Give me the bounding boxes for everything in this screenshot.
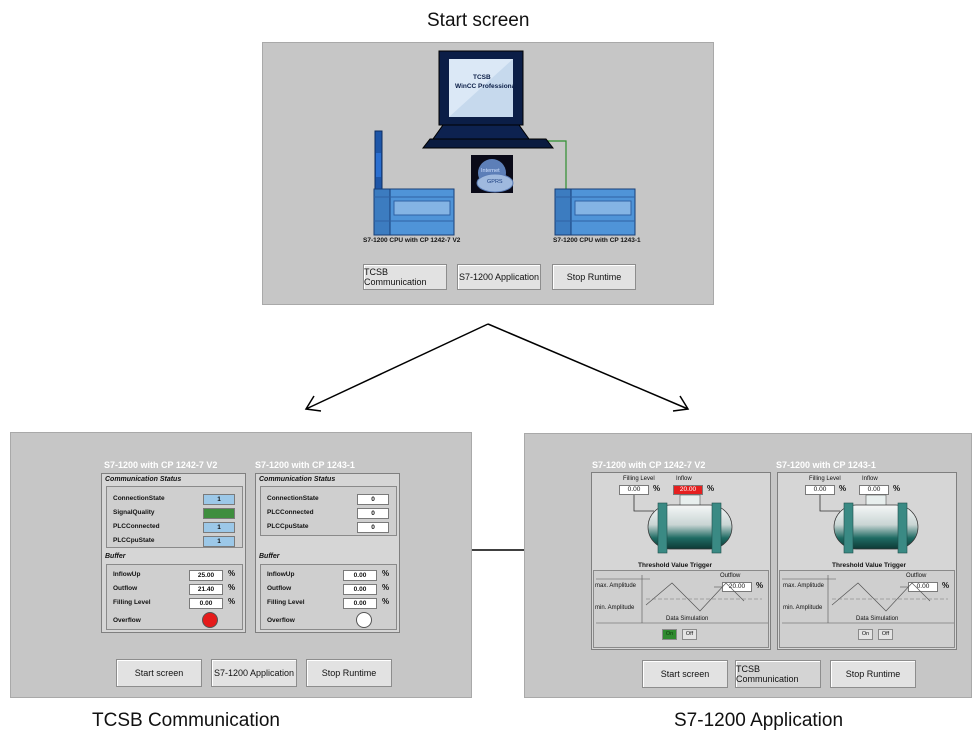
buffer-value: 0.00 [343, 598, 377, 609]
simulation-off-button[interactable]: Off [682, 629, 697, 640]
tcsb-communication-button[interactable]: TCSB Communication [363, 264, 447, 290]
start-screen-button[interactable]: Start screen [642, 660, 728, 688]
simulation-on-button[interactable]: On [858, 629, 873, 640]
app-right-header: S7-1200 with CP 1243-1 [776, 460, 876, 470]
buffer-label: Filling Level [267, 599, 305, 606]
tcsb-left-header: S7-1200 with CP 1242-7 V2 [104, 460, 218, 470]
buffer-unit: % [228, 583, 236, 592]
comm-status-title-left: Communication Status [105, 476, 182, 483]
simulation-box-right: Outflow 0.00 % max. Amplitude min. Ampli… [779, 570, 955, 648]
comm-value: 0 [357, 508, 389, 519]
buffer-unit: % [382, 569, 390, 578]
comm-value: 1 [203, 522, 235, 533]
monitor-line-2: WinCC Professional [455, 83, 518, 90]
buffer-value: 25.00 [189, 570, 223, 581]
comm-label: PLCCpuState [267, 523, 309, 530]
overflow-label: Overflow [267, 617, 295, 624]
simulation-off-button[interactable]: Off [878, 629, 893, 640]
app-left-header: S7-1200 with CP 1242-7 V2 [592, 460, 706, 470]
data-simulation-label: Data Simulation [856, 616, 899, 622]
monitor-line-1: TCSB [473, 74, 491, 81]
stop-runtime-button[interactable]: Stop Runtime [552, 264, 636, 290]
comm-status-box-right: ConnectionState 0 PLCConnected 0 PLCCpuS… [260, 486, 397, 536]
buffer-label: InflowUp [267, 571, 295, 578]
overflow-indicator [202, 612, 218, 628]
tcsb-right-box: Communication Status ConnectionState 0 P… [255, 473, 400, 633]
plc-right-label: S7-1200 CPU with CP 1243-1 [553, 237, 641, 244]
s7-application-button[interactable]: S7-1200 Application [457, 264, 541, 290]
threshold-label: Threshold Value Trigger [832, 562, 907, 569]
simulation-on-button[interactable]: On [662, 629, 677, 640]
tank-icon [819, 494, 919, 554]
app-left-box: Filling Level 0.00 % Inflow 20.00 % Thre… [591, 472, 771, 650]
comm-value: 0 [357, 522, 389, 533]
s7-application-panel: S7-1200 with CP 1242-7 V2 S7-1200 with C… [524, 433, 972, 698]
comm-value: 0 [357, 494, 389, 505]
stop-runtime-button[interactable]: Stop Runtime [830, 660, 916, 688]
comm-status-title-right: Communication Status [259, 476, 336, 483]
buffer-value: 21.40 [189, 584, 223, 595]
buffer-unit: % [382, 597, 390, 606]
buffer-box-right: InflowUp 0.00 % Outflow 0.00 % Filling L… [260, 564, 397, 630]
simulation-box-left: Outflow 20.00 % max. Amplitude min. Ampl… [593, 570, 769, 648]
buffer-title-right: Buffer [259, 553, 280, 560]
plc-left-label: S7-1200 CPU with CP 1242-7 V2 [363, 237, 461, 244]
buffer-label: Filling Level [113, 599, 151, 606]
tcsb-communication-panel: S7-1200 with CP 1242-7 V2 S7-1200 with C… [10, 432, 472, 698]
tcsb-communication-button[interactable]: TCSB Communication [735, 660, 821, 688]
stop-runtime-button[interactable]: Stop Runtime [306, 659, 392, 687]
comm-label: PLCCpuState [113, 537, 155, 544]
comm-value: 20 [203, 508, 235, 519]
cloud-label-internet: Internet [481, 168, 500, 174]
buffer-unit: % [228, 597, 236, 606]
app-right-box: Filling Level 0.00 % Inflow 0.00 % Thres… [777, 472, 957, 650]
buffer-label: Outflow [267, 585, 292, 592]
buffer-label: Outflow [113, 585, 138, 592]
start-screen-panel: TCSB WinCC Professional Internet GPRS S7… [262, 42, 714, 305]
buffer-value: 0.00 [343, 570, 377, 581]
buffer-value: 0.00 [343, 584, 377, 595]
buffer-value: 0.00 [189, 598, 223, 609]
comm-status-box-left: ConnectionState 1 SignalQuality 20 PLCCo… [106, 486, 243, 548]
threshold-label: Threshold Value Trigger [638, 562, 713, 569]
buffer-label: InflowUp [113, 571, 141, 578]
buffer-title-left: Buffer [105, 553, 126, 560]
overflow-label: Overflow [113, 617, 141, 624]
simulation-wave [596, 575, 768, 624]
buffer-unit: % [228, 569, 236, 578]
simulation-wave [782, 575, 954, 624]
data-simulation-label: Data Simulation [666, 616, 709, 622]
tcsb-right-header: S7-1200 with CP 1243-1 [255, 460, 355, 470]
comm-label: SignalQuality [113, 509, 155, 516]
comm-value: 1 [203, 494, 235, 505]
buffer-box-left: InflowUp 25.00 % Outflow 21.40 % Filling… [106, 564, 243, 630]
tcsb-left-box: Communication Status ConnectionState 1 S… [101, 473, 246, 633]
tank-icon [633, 494, 733, 554]
buffer-unit: % [382, 583, 390, 592]
comm-label: PLCConnected [267, 509, 314, 516]
comm-label: ConnectionState [113, 495, 165, 502]
overflow-indicator [356, 612, 372, 628]
comm-label: PLCConnected [113, 523, 160, 530]
cloud-label-gprs: GPRS [487, 179, 503, 185]
s7-application-button[interactable]: S7-1200 Application [211, 659, 297, 687]
comm-value: 1 [203, 536, 235, 547]
comm-label: ConnectionState [267, 495, 319, 502]
start-screen-button[interactable]: Start screen [116, 659, 202, 687]
